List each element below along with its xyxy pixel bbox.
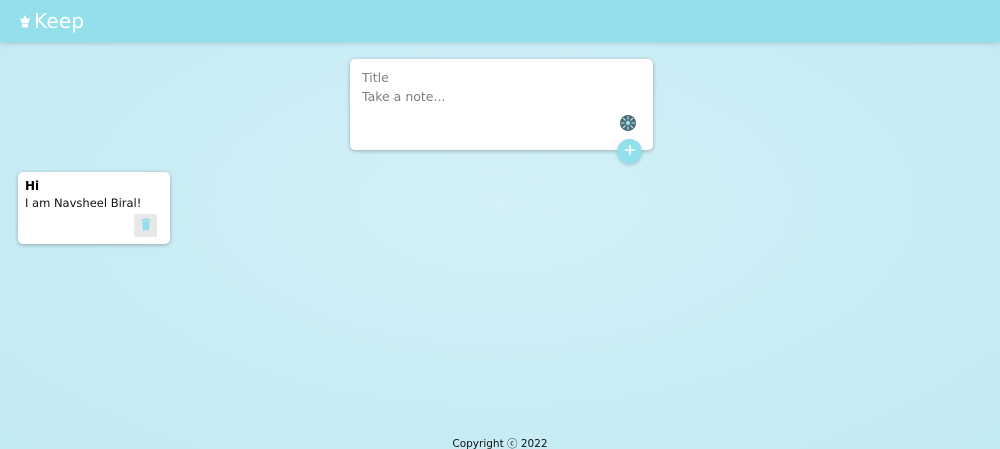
app-header: Keep — [0, 0, 1000, 42]
note-content: I am Navsheel Biral! — [25, 196, 142, 210]
create-note-form — [350, 59, 653, 150]
trash-icon — [141, 217, 151, 234]
highlight-icon — [18, 11, 32, 31]
note-card: Hi I am Navsheel Biral! — [18, 172, 170, 244]
note-title: Hi — [25, 179, 40, 193]
app-title: Keep — [34, 9, 85, 33]
add-note-button[interactable] — [617, 139, 642, 164]
spinner-icon[interactable] — [619, 114, 637, 132]
plus-icon — [624, 144, 636, 159]
delete-note-button[interactable] — [134, 214, 157, 237]
note-content-input[interactable] — [362, 89, 641, 111]
footer: Copyright ⓒ 2022 — [0, 436, 1000, 449]
note-title-input[interactable] — [362, 70, 641, 85]
copyright-text: Copyright ⓒ 2022 — [452, 438, 548, 449]
